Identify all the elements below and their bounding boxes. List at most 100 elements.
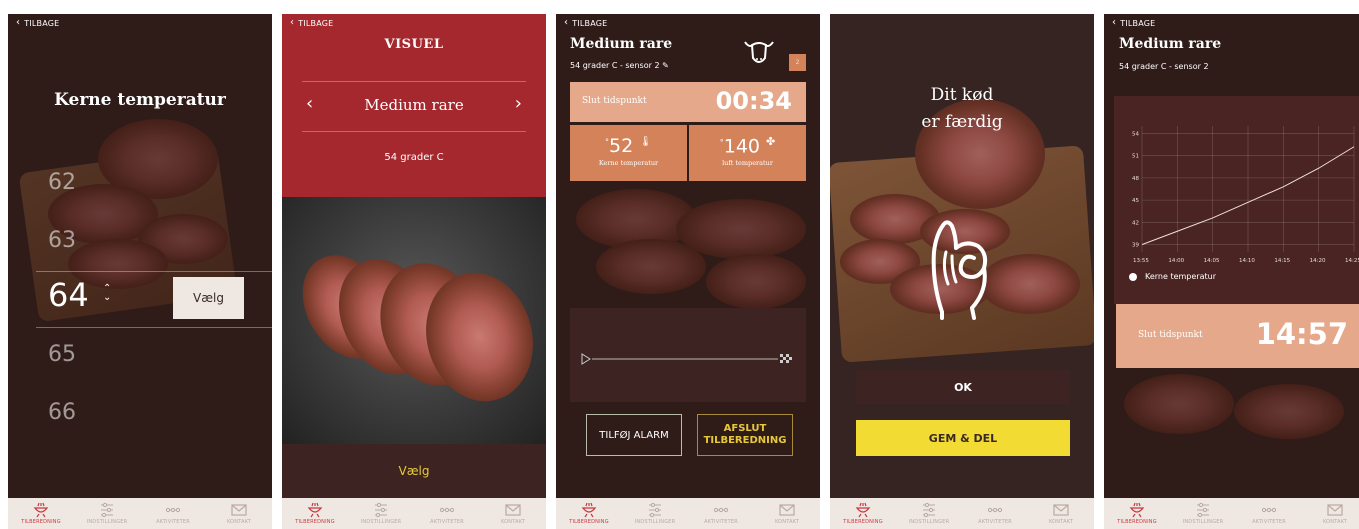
- mail-icon: [505, 504, 521, 516]
- core-temperature-panel: °52 🌡 Kerne temperatur: [570, 125, 687, 181]
- picker-value-65[interactable]: 65: [48, 342, 76, 367]
- page-title: Medium rare: [1119, 36, 1222, 52]
- picker-value-62[interactable]: 62: [48, 170, 76, 195]
- tab-contact[interactable]: KONTAKT: [757, 502, 817, 525]
- play-icon[interactable]: [581, 353, 591, 365]
- chart-legend: Kerne temperatur: [1129, 272, 1216, 281]
- mail-icon: [1053, 504, 1069, 516]
- sliders-icon: [1197, 502, 1209, 518]
- x-tick-label: 14:15: [1274, 258, 1290, 264]
- tab-activities[interactable]: AKTIVITETER: [1239, 502, 1299, 525]
- sliders-icon: [923, 502, 935, 518]
- sensor-subtitle: 54 grader C - sensor 2 ✎: [570, 61, 669, 70]
- cow-head-icon: [744, 41, 774, 63]
- back-button[interactable]: ‹ TILBAGE: [16, 18, 59, 28]
- tab-settings[interactable]: INDSTILLINGER: [351, 502, 411, 525]
- done-message: Dit kød er færdig: [921, 85, 1003, 132]
- sliders-icon: [375, 502, 387, 518]
- grill-icon: [581, 502, 597, 518]
- tab-bar: TILBEREDNING INDSTILLINGER AKTIVITETER KONT…: [830, 498, 1094, 529]
- doneness-selection: Medium rare: [364, 96, 464, 114]
- chevron-left-icon: ‹: [16, 17, 21, 28]
- tab-activities[interactable]: AKTIVITETER: [691, 502, 751, 525]
- tab-cooking[interactable]: TILBEREDNING: [1107, 502, 1167, 525]
- tab-activities[interactable]: AKTIVITETER: [417, 502, 477, 525]
- meat-photo: [282, 197, 546, 444]
- tab-activities[interactable]: AKTIVITETER: [965, 502, 1025, 525]
- screen-graph: ‹ TILBAGE Medium rare 54 grader C - senso…: [1104, 14, 1359, 529]
- page-title: Kerne temperatur: [54, 90, 226, 110]
- x-tick-label: 13:55: [1133, 258, 1149, 264]
- chevron-left-icon: ‹: [290, 17, 295, 28]
- y-tick-label: 48: [1132, 176, 1139, 182]
- screen-core-temperature: ‹ TILBAGE Kerne temperatur 62 63 64 ⌃ ⌄ 65…: [8, 14, 272, 529]
- screen-done: Dit kød er færdig OK GEM & DEL TILBEREDNI…: [830, 14, 1094, 529]
- select-button[interactable]: Vælg: [173, 277, 244, 319]
- chevron-left-icon: ‹: [564, 17, 569, 28]
- add-alarm-button[interactable]: TILFØJ ALARM: [586, 414, 682, 456]
- checkered-flag-icon: [780, 354, 792, 363]
- picker-value-63[interactable]: 63: [48, 228, 76, 253]
- tab-cooking[interactable]: TILBEREDNING: [11, 502, 71, 525]
- tab-cooking[interactable]: TILBEREDNING: [559, 502, 619, 525]
- select-button[interactable]: Vælg: [282, 464, 546, 478]
- back-button[interactable]: ‹ TILBAGE: [564, 18, 607, 28]
- ok-button[interactable]: OK: [856, 370, 1070, 404]
- grill-icon: [307, 502, 323, 518]
- tab-bar: TILBEREDNING INDSTILLINGER AKTIVITETER KONT…: [1104, 498, 1359, 529]
- page-title: VISUEL: [384, 37, 444, 52]
- tab-settings[interactable]: INDSTILLINGER: [1173, 502, 1233, 525]
- pencil-icon[interactable]: ✎: [662, 61, 669, 70]
- y-tick-label: 39: [1132, 243, 1139, 249]
- up-down-arrows-icon[interactable]: ⌃ ⌄: [103, 284, 111, 303]
- ok-hand-icon: [931, 220, 988, 320]
- x-tick-label: 14:05: [1204, 258, 1220, 264]
- tab-activities[interactable]: AKTIVITETER: [143, 502, 203, 525]
- progress-track: [570, 308, 806, 402]
- finish-cooking-button[interactable]: AFSLUT TILBEREDNING: [697, 414, 793, 456]
- tab-contact[interactable]: KONTAKT: [1031, 502, 1091, 525]
- page-title: Medium rare: [570, 36, 673, 52]
- tab-bar: TILBEREDNING INDSTILLINGER AKTIVITETER KONT…: [8, 498, 272, 529]
- sensor-subtitle: 54 grader C - sensor 2: [1119, 62, 1209, 71]
- screen-cooking-progress: ‹ TILBAGE Medium rare 54 grader C - senso…: [556, 14, 820, 529]
- grill-icon: [855, 502, 871, 518]
- mail-icon: [231, 504, 247, 516]
- grill-icon: [33, 502, 49, 518]
- x-tick-label: 14:00: [1168, 258, 1184, 264]
- temperature-subtitle: 54 grader C: [384, 152, 444, 163]
- sensor-badge: 2: [789, 54, 806, 71]
- activity-icon: [439, 507, 455, 513]
- fan-icon: ✤: [766, 135, 776, 148]
- tab-bar: TILBEREDNING INDSTILLINGER AKTIVITETER KONT…: [556, 498, 820, 529]
- sliders-icon: [101, 502, 113, 518]
- tab-settings[interactable]: INDSTILLINGER: [77, 502, 137, 525]
- back-button[interactable]: ‹ TILBAGE: [1112, 18, 1155, 28]
- tab-settings[interactable]: INDSTILLINGER: [899, 502, 959, 525]
- grill-icon: [1129, 502, 1145, 518]
- picker-value-selected[interactable]: 64: [48, 276, 89, 314]
- tab-contact[interactable]: KONTAKT: [209, 502, 269, 525]
- legend-dot: [1129, 272, 1137, 281]
- screen-visual: ‹ TILBAGE VISUEL ‹ Medium rare › 54 grade…: [282, 14, 546, 529]
- back-button[interactable]: ‹ TILBAGE: [290, 18, 333, 28]
- y-tick-label: 42: [1132, 220, 1139, 226]
- mail-icon: [1327, 504, 1343, 516]
- y-tick-label: 51: [1132, 154, 1139, 160]
- tab-cooking[interactable]: TILBEREDNING: [833, 502, 893, 525]
- tab-contact[interactable]: KONTAKT: [1305, 502, 1359, 525]
- air-temperature-panel: °140 ✤ luft temperatur: [689, 125, 806, 181]
- sliders-icon: [649, 502, 661, 518]
- x-tick-label: 14:10: [1239, 258, 1255, 264]
- save-share-button[interactable]: GEM & DEL: [856, 420, 1070, 456]
- tab-settings[interactable]: INDSTILLINGER: [625, 502, 685, 525]
- tab-contact[interactable]: KONTAKT: [483, 502, 543, 525]
- tab-bar: TILBEREDNING INDSTILLINGER AKTIVITETER KONT…: [282, 498, 546, 529]
- activity-icon: [713, 507, 729, 513]
- picker-value-66[interactable]: 66: [48, 400, 76, 425]
- x-tick-label: 14:20: [1310, 258, 1326, 264]
- tab-cooking[interactable]: TILBEREDNING: [285, 502, 345, 525]
- temperature-chart: 54 51 48 45 42 39 13:55 14:00 14:05 14:10 14:15 14:…: [1132, 126, 1359, 264]
- chevron-right-icon[interactable]: ›: [515, 93, 522, 114]
- picker-selection-line: [36, 327, 272, 328]
